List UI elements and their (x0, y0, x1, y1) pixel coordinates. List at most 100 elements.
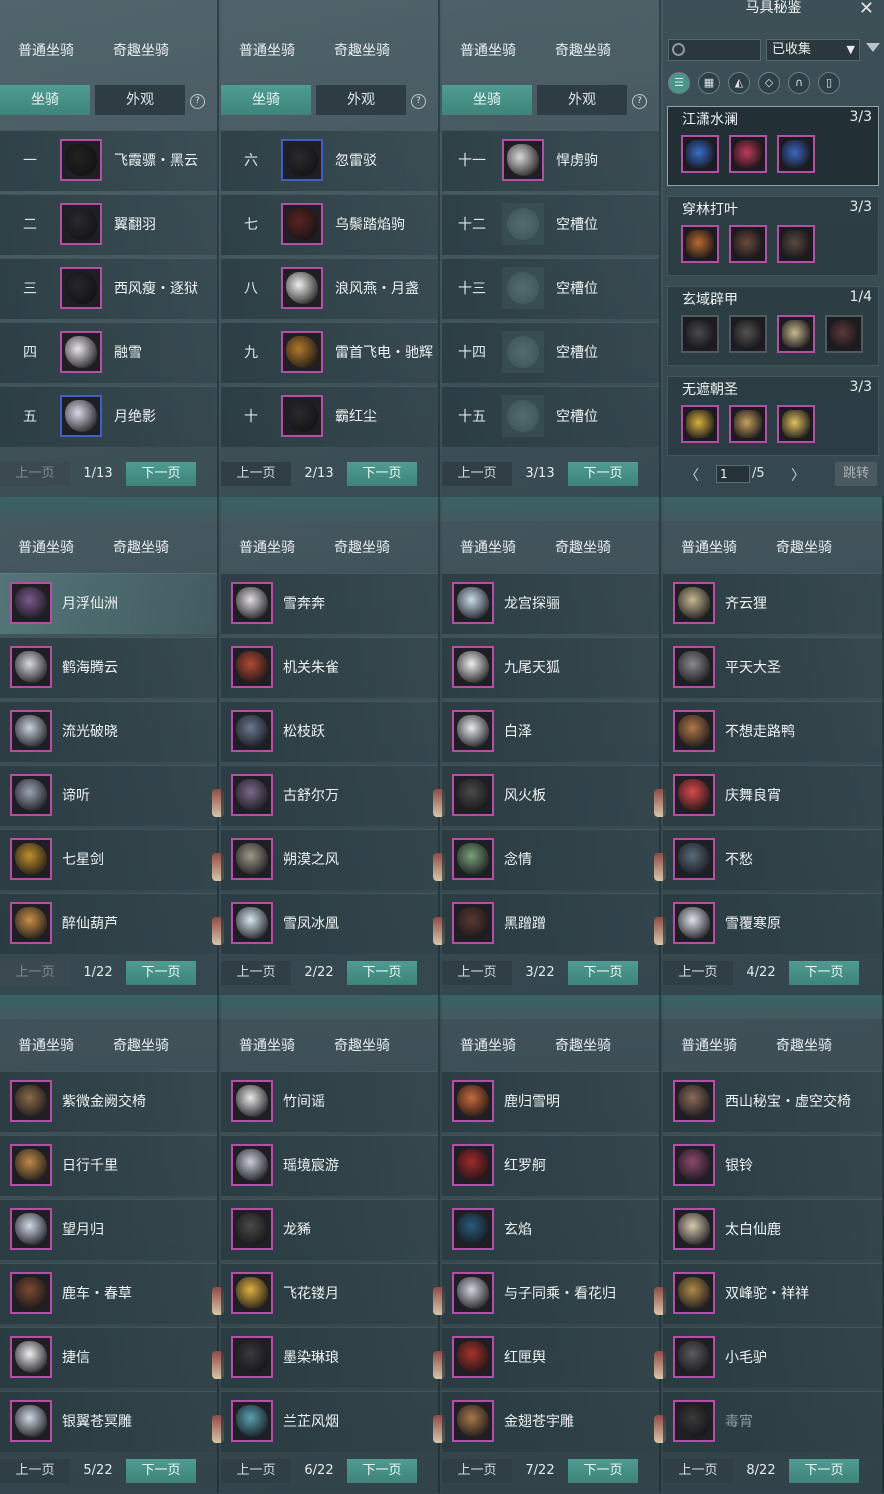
fun-mount-row[interactable]: 平天大圣 (663, 637, 882, 698)
next-page-button[interactable]: 下一页 (347, 462, 417, 486)
toggle-appearance-button[interactable]: 外观 (537, 85, 627, 115)
fun-mount-row[interactable]: 白泽 (442, 701, 659, 762)
fun-mount-icon[interactable] (452, 1208, 494, 1250)
fun-mount-row[interactable]: 雪覆寒原 (663, 893, 882, 954)
fun-mount-row[interactable]: 谛听 (0, 765, 217, 826)
mount-slot-row[interactable]: 十三 空槽位 (442, 258, 659, 319)
tab-fun-mounts[interactable]: 奇趣坐骑 (555, 1035, 611, 1055)
mount-slot-row[interactable]: 六 忽雷驳 (221, 130, 438, 191)
fun-mount-row[interactable]: 捷信 (0, 1327, 217, 1388)
next-page-button[interactable]: 下一页 (568, 462, 638, 486)
empty-slot-icon[interactable] (502, 203, 544, 245)
next-page-button[interactable]: 下一页 (126, 1459, 196, 1483)
equipment-item-icon[interactable] (729, 225, 767, 263)
fun-mount-row[interactable]: 毒宵 (663, 1391, 882, 1452)
fun-mount-icon[interactable] (673, 1400, 715, 1442)
mount-slot-row[interactable]: 二 翼翻羽 (0, 194, 217, 255)
collected-filter-select[interactable]: 已收集 ▼ (766, 39, 860, 61)
fun-mount-icon[interactable] (452, 1400, 494, 1442)
mount-icon[interactable] (60, 139, 102, 181)
mount-icon[interactable] (281, 203, 323, 245)
fun-mount-icon[interactable] (452, 1272, 494, 1314)
fun-mount-row[interactable]: 与子同乘・看花归 (442, 1263, 659, 1324)
horseshoe-icon[interactable]: ∩ (788, 72, 810, 94)
tab-fun-mounts[interactable]: 奇趣坐骑 (555, 40, 611, 60)
mount-icon[interactable] (281, 139, 323, 181)
fun-mount-row[interactable]: 松枝跃 (221, 701, 438, 762)
fun-mount-icon[interactable] (231, 838, 273, 880)
fun-mount-row[interactable]: 黑蹭蹭 (442, 893, 659, 954)
fun-mount-icon[interactable] (673, 774, 715, 816)
equipment-set-card[interactable]: 江潇水澜 3/3 (667, 106, 879, 186)
search-input[interactable] (668, 39, 761, 61)
list-icon[interactable]: ☰ (668, 72, 690, 94)
next-page-button[interactable]: 下一页 (347, 1459, 417, 1483)
prev-arrow-button[interactable]: 〈 (685, 465, 699, 485)
tab-normal-mounts[interactable]: 普通坐骑 (681, 1035, 737, 1055)
mount-slot-row[interactable]: 十 霸红尘 (221, 386, 438, 447)
fun-mount-row[interactable]: 流光破晓 (0, 701, 217, 762)
fun-mount-icon[interactable] (10, 1080, 52, 1122)
fun-mount-icon[interactable] (452, 1144, 494, 1186)
fun-mount-row[interactable]: 瑶境宸游 (221, 1135, 438, 1196)
equipment-item-icon[interactable] (777, 135, 815, 173)
prev-page-button[interactable]: 上一页 (663, 1459, 733, 1483)
fun-mount-row[interactable]: 念情 (442, 829, 659, 890)
tab-normal-mounts[interactable]: 普通坐骑 (18, 537, 74, 557)
fun-mount-row[interactable]: 银铃 (663, 1135, 882, 1196)
fun-mount-row[interactable]: 九尾天狐 (442, 637, 659, 698)
prev-page-button[interactable]: 上一页 (442, 1459, 512, 1483)
tab-normal-mounts[interactable]: 普通坐骑 (239, 1035, 295, 1055)
fun-mount-row[interactable]: 古舒尔万 (221, 765, 438, 826)
fun-mount-row[interactable]: 不想走路鸭 (663, 701, 882, 762)
tab-normal-mounts[interactable]: 普通坐骑 (18, 40, 74, 60)
equipment-item-icon[interactable] (729, 405, 767, 443)
tab-fun-mounts[interactable]: 奇趣坐骑 (555, 537, 611, 557)
fun-mount-row[interactable]: 银翼苍冥雕 (0, 1391, 217, 1452)
fun-mount-row[interactable]: 月浮仙洲 (0, 573, 217, 634)
stirrup-icon[interactable]: ▯ (818, 72, 840, 94)
fun-mount-icon[interactable] (10, 1336, 52, 1378)
prev-page-button[interactable]: 上一页 (663, 961, 733, 985)
prev-page-button[interactable]: 上一页 (221, 462, 291, 486)
fun-mount-row[interactable]: 雪凤冰凰 (221, 893, 438, 954)
filter-funnel-icon[interactable] (866, 43, 880, 52)
prev-page-button[interactable]: 上一页 (221, 961, 291, 985)
fun-mount-row[interactable]: 风火板 (442, 765, 659, 826)
tab-fun-mounts[interactable]: 奇趣坐骑 (334, 537, 390, 557)
fun-mount-icon[interactable] (231, 774, 273, 816)
grid-icon[interactable]: ▦ (698, 72, 720, 94)
fun-mount-icon[interactable] (673, 1336, 715, 1378)
equipment-set-card[interactable]: 无遮朝圣 3/3 (667, 376, 879, 456)
fun-mount-icon[interactable] (452, 838, 494, 880)
equipment-item-icon[interactable] (681, 225, 719, 263)
tab-fun-mounts[interactable]: 奇趣坐骑 (776, 537, 832, 557)
equipment-item-icon[interactable] (729, 135, 767, 173)
mount-slot-row[interactable]: 七 乌鬃踏焰驹 (221, 194, 438, 255)
fun-mount-row[interactable]: 鹿车・春草 (0, 1263, 217, 1324)
tab-fun-mounts[interactable]: 奇趣坐骑 (776, 1035, 832, 1055)
fun-mount-icon[interactable] (673, 582, 715, 624)
fun-mount-icon[interactable] (452, 902, 494, 944)
armor-icon[interactable]: ◇ (758, 72, 780, 94)
fun-mount-row[interactable]: 兰芷风烟 (221, 1391, 438, 1452)
next-page-button[interactable]: 下一页 (789, 961, 859, 985)
fun-mount-row[interactable]: 齐云狸 (663, 573, 882, 634)
mount-slot-row[interactable]: 十四 空槽位 (442, 322, 659, 383)
fun-mount-icon[interactable] (231, 1144, 273, 1186)
fun-mount-icon[interactable] (452, 1336, 494, 1378)
toggle-mount-button[interactable]: 坐骑 (221, 85, 311, 115)
fun-mount-icon[interactable] (673, 1208, 715, 1250)
fun-mount-icon[interactable] (231, 646, 273, 688)
fun-mount-icon[interactable] (231, 1208, 273, 1250)
tab-fun-mounts[interactable]: 奇趣坐骑 (113, 40, 169, 60)
equipment-item-icon[interactable] (777, 225, 815, 263)
tab-fun-mounts[interactable]: 奇趣坐骑 (113, 1035, 169, 1055)
fun-mount-row[interactable]: 雪奔奔 (221, 573, 438, 634)
next-page-button[interactable]: 下一页 (789, 1459, 859, 1483)
equipment-item-icon[interactable] (729, 315, 767, 353)
fun-mount-row[interactable]: 日行千里 (0, 1135, 217, 1196)
close-icon[interactable]: ✕ (859, 0, 874, 19)
fun-mount-row[interactable]: 望月归 (0, 1199, 217, 1260)
next-page-button[interactable]: 下一页 (126, 462, 196, 486)
